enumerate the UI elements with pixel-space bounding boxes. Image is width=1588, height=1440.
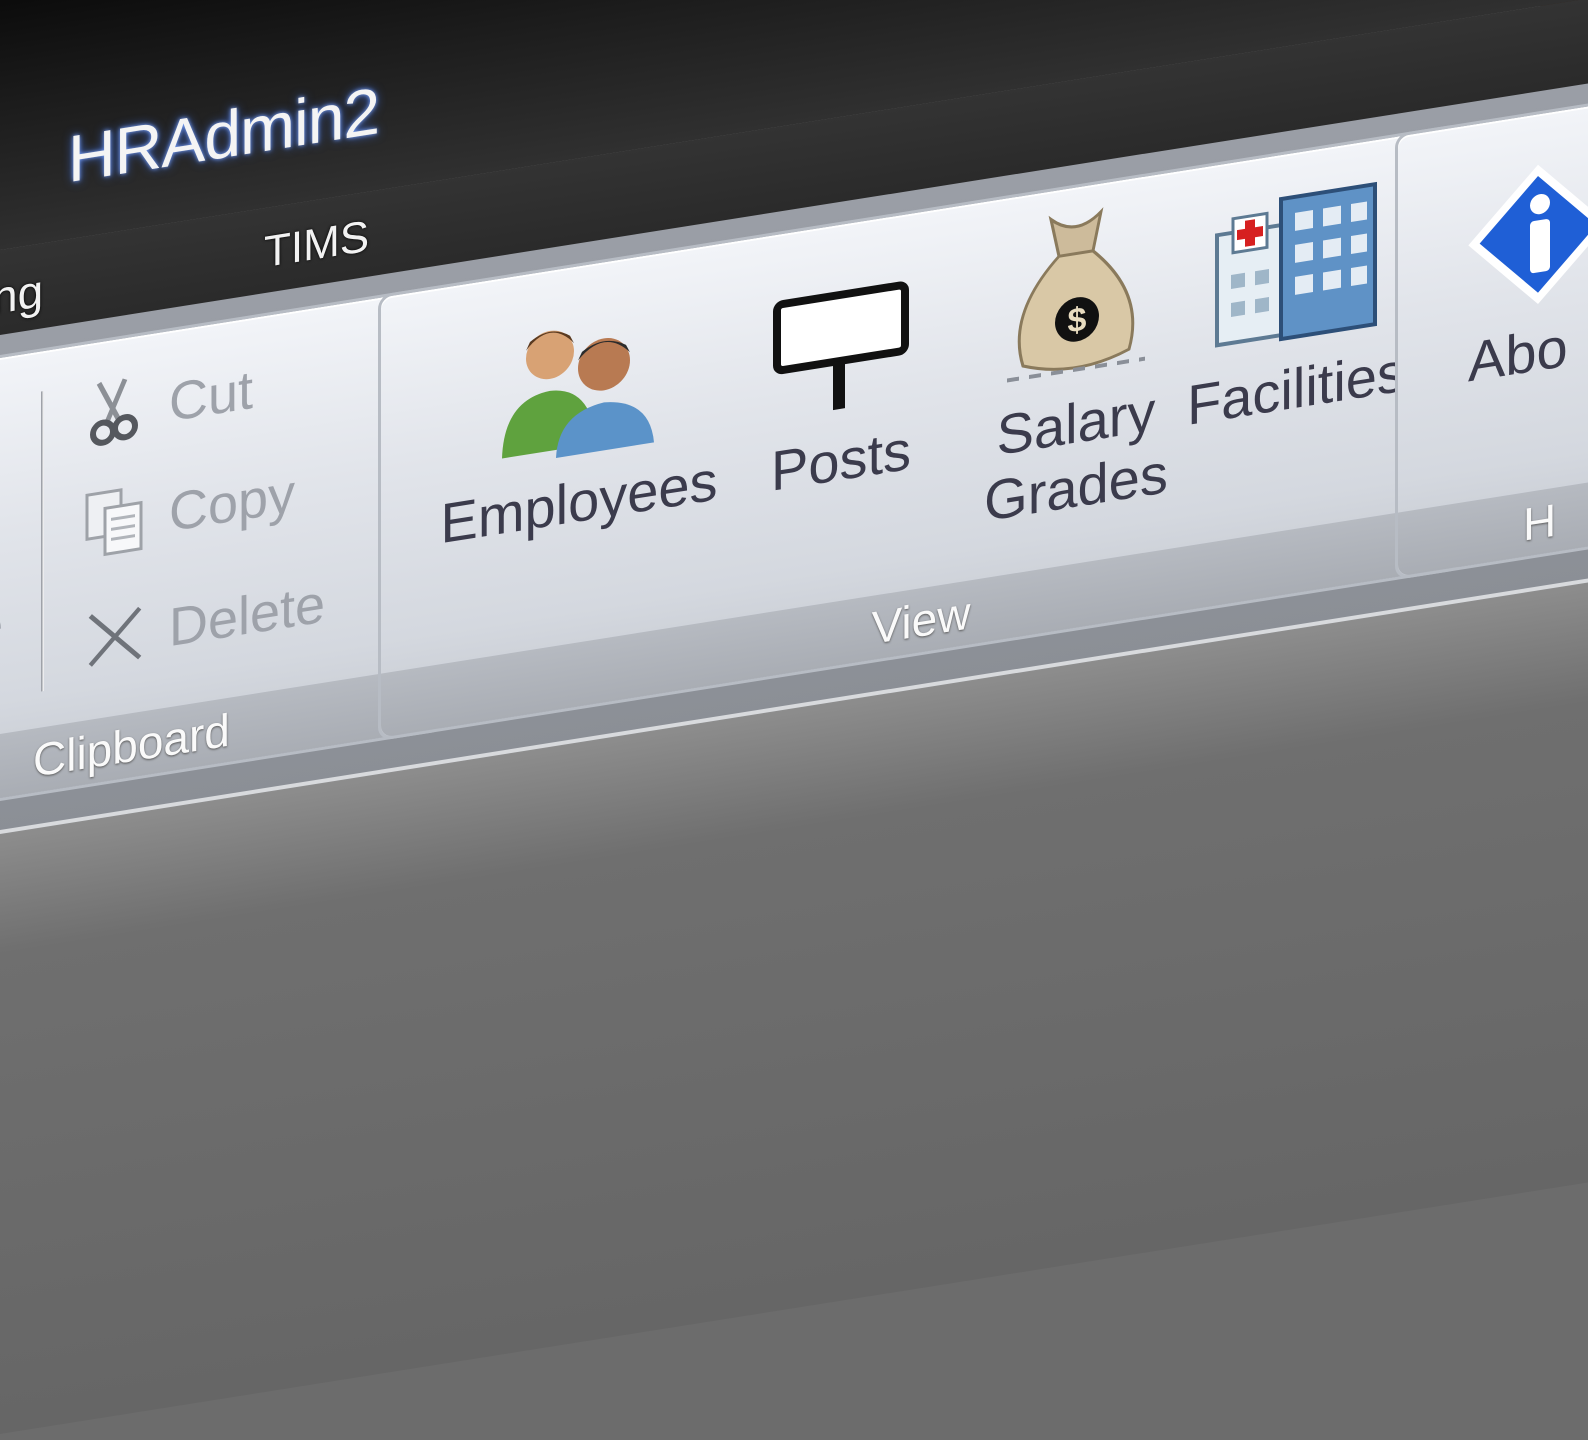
ribbon-group-help: Abo H (1395, 91, 1588, 581)
copy-icon (83, 485, 147, 559)
info-icon (1468, 123, 1588, 315)
app-window: HRAdmin2 ng TIMS e Cut Copy Delete Clipb… (0, 0, 1588, 1440)
group-separator (41, 391, 44, 692)
about-button-label: Abo (1468, 314, 1568, 394)
salary-grades-button[interactable]: $ Salary Grades (971, 191, 1181, 537)
copy-button-label: Copy (169, 463, 296, 544)
money-bag-icon: $ (1001, 196, 1151, 390)
posts-button[interactable]: Posts (756, 231, 926, 506)
employees-button[interactable]: Employees (439, 264, 719, 557)
delete-x-icon (83, 600, 147, 674)
tab-partial[interactable]: ng (0, 263, 43, 325)
employees-button-label: Employees (440, 448, 718, 556)
facilities-button[interactable]: Facilities (1181, 155, 1411, 440)
posts-button-label: Posts (770, 417, 912, 503)
employees-icon (494, 273, 664, 470)
cut-button[interactable]: Cut (83, 358, 253, 449)
cut-button-label: Cut (169, 359, 254, 434)
delete-button-label: Delete (169, 573, 326, 659)
delete-button[interactable]: Delete (83, 572, 325, 674)
scissors-icon (83, 375, 147, 449)
svg-text:$: $ (1068, 300, 1087, 341)
about-button[interactable]: Abo (1468, 123, 1588, 394)
signpost-icon (771, 234, 911, 426)
building-icon (1211, 159, 1381, 356)
copy-button[interactable]: Copy (83, 461, 295, 559)
partial-button-label[interactable]: e (0, 593, 3, 660)
